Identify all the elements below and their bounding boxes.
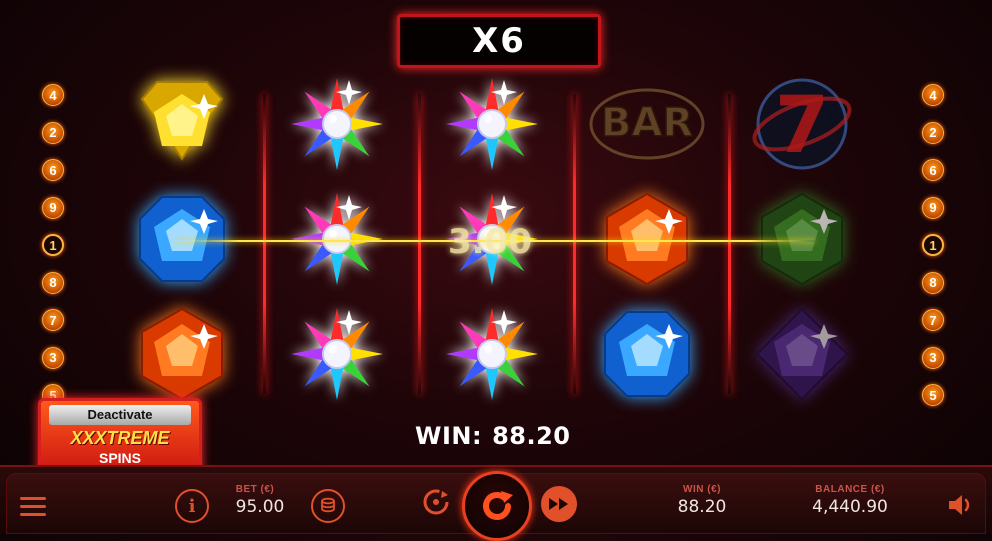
bet-value: 95.00: [235, 497, 285, 517]
blue-gem-symbol: [112, 184, 252, 294]
turbo-icon[interactable]: [541, 486, 577, 522]
star-wild-symbol: [267, 184, 407, 294]
paylines-right: 4 2 6 9 1 8 7 3 5: [922, 84, 946, 422]
bar-symbol: BAR: [577, 69, 717, 179]
seven-symbol: 7: [732, 69, 872, 179]
line-win-amount: 3.00: [448, 222, 532, 262]
reel-divider: [573, 94, 576, 394]
payline-marker-active: 1: [42, 234, 64, 256]
spin-button[interactable]: [462, 471, 532, 541]
payline-marker: 9: [42, 196, 64, 219]
svg-text:7: 7: [775, 81, 829, 171]
xxxtreme-deactivate-label: Deactivate: [49, 405, 191, 425]
reel-divider: [263, 94, 266, 394]
purple-gem-symbol: [732, 299, 872, 409]
star-wild-symbol: [422, 299, 562, 409]
info-icon[interactable]: i: [175, 489, 209, 523]
payline-marker: 7: [42, 309, 64, 331]
menu-icon[interactable]: [20, 497, 46, 521]
payline-marker: 6: [922, 159, 944, 181]
payline-marker: 4: [42, 84, 64, 106]
coins-stack-icon[interactable]: [311, 489, 345, 523]
xxxtreme-title: XXXTREME: [70, 428, 170, 448]
payline-marker: 2: [922, 121, 944, 144]
yellow-gem-symbol: [112, 69, 252, 179]
orange-gem-symbol: [112, 299, 252, 409]
sound-icon[interactable]: [946, 493, 974, 517]
balance-value: 4,440.90: [812, 497, 888, 517]
svg-text:BAR: BAR: [601, 100, 693, 146]
payline-marker: 8: [922, 271, 944, 294]
win-field-value: 88.20: [677, 497, 727, 517]
payline-marker: 5: [922, 384, 944, 406]
spin-arrow-icon: [483, 491, 513, 520]
payline-marker: 6: [42, 159, 64, 181]
payline-marker: 9: [922, 196, 944, 219]
orange-gem-symbol: [577, 184, 717, 294]
star-wild-symbol: [267, 69, 407, 179]
game-stage: X6 4 2 6 9 1 8 7 3 5 4 2 6 9 1 8 7 3 5 B…: [0, 0, 992, 541]
reel-divider: [418, 94, 421, 394]
bet-label: BET (€): [235, 484, 275, 495]
multiplier-display: X6: [397, 14, 601, 68]
payline-marker: 4: [922, 84, 944, 106]
blue-gem-symbol: [577, 299, 717, 409]
payline-marker: 8: [42, 271, 64, 294]
total-win: WIN: 88.20: [415, 422, 571, 450]
payline-marker: 2: [42, 121, 64, 144]
balance-label: BALANCE (€): [815, 484, 885, 495]
xxxtreme-spins-label: SPINS: [98, 450, 141, 466]
win-field-label: WIN (€): [683, 484, 721, 495]
payline-marker: 3: [922, 346, 944, 369]
green-gem-symbol: [732, 184, 872, 294]
win-label-text: WIN:: [415, 422, 483, 450]
win-amount: 88.20: [492, 422, 571, 450]
reel-divider: [728, 94, 731, 394]
star-wild-symbol: [422, 69, 562, 179]
autoplay-icon[interactable]: [420, 486, 452, 518]
payline-marker: 3: [42, 346, 64, 369]
payline-marker-active: 1: [922, 234, 944, 256]
paylines-left: 4 2 6 9 1 8 7 3 5: [42, 84, 66, 422]
payline-marker: 7: [922, 309, 944, 331]
star-wild-symbol: [267, 299, 407, 409]
